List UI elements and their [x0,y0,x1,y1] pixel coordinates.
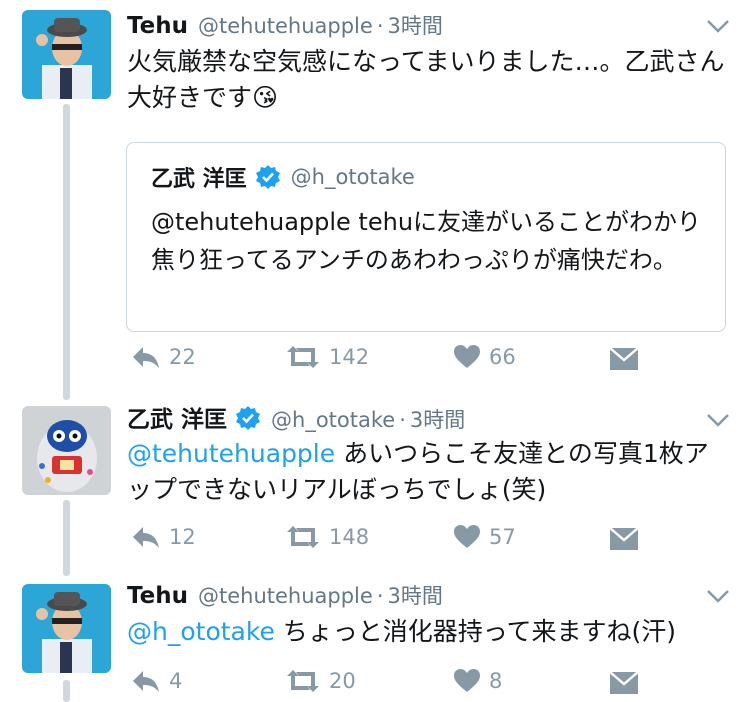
like-icon [454,669,480,692]
mention-link[interactable]: @h_ototake [127,617,275,646]
reply-button[interactable]: 12 [131,524,196,550]
reply-count: 22 [169,345,196,369]
retweet-button[interactable]: 20 [285,668,356,694]
author-handle[interactable]: @tehutehuapple [198,14,373,38]
reply-button[interactable]: 22 [131,344,196,370]
tweet-text: 火気厳禁な空気感になってまいりました…。乙武さん大好きです😘 [127,47,725,112]
like-icon [454,345,480,368]
retweet-count: 20 [329,669,356,693]
author-name[interactable]: 乙武 洋匡 [127,400,227,434]
verified-icon [255,165,280,189]
author-handle[interactable]: @h_ototake [271,408,395,432]
dm-button[interactable] [609,524,639,552]
like-count: 57 [489,525,516,549]
author-name[interactable]: Tehu [127,13,188,39]
dm-button[interactable] [609,344,639,372]
quoted-tweet[interactable]: 乙武 洋匡 @h_ototake @tehutehuapple tehuに友達が… [126,142,726,332]
retweet-count: 142 [329,345,370,369]
tweet[interactable]: Tehu @tehutehuapple · 3時間 火気厳禁な空気感になってまい… [0,10,745,380]
reply-icon [133,671,159,692]
retweet-button[interactable]: 142 [285,344,369,370]
chevron-down-icon[interactable] [704,16,732,36]
avatar[interactable] [22,406,111,495]
reply-count: 12 [169,525,196,549]
separator-dot: · [399,408,406,432]
mention-link[interactable]: @tehutehuapple [127,439,335,468]
avatar[interactable] [22,584,111,673]
like-button[interactable]: 57 [453,524,516,550]
reply-icon [133,527,159,548]
like-button[interactable]: 66 [453,344,516,370]
timestamp[interactable]: 3時間 [410,404,465,434]
quoted-author-handle: @h_ototake [290,165,415,189]
retweet-icon [287,526,319,548]
retweet-icon [287,670,319,692]
avatar[interactable] [22,10,111,99]
tweet[interactable]: 乙武 洋匡 @h_ototake · 3時間 @tehutehuapple あい… [0,400,745,570]
like-button[interactable]: 8 [453,668,502,694]
like-count: 8 [489,669,503,693]
chevron-down-icon[interactable] [704,586,732,606]
retweet-icon [287,346,319,368]
like-icon [454,525,480,548]
timestamp[interactable]: 3時間 [388,580,443,610]
separator-dot: · [376,14,384,38]
timestamp[interactable]: 3時間 [388,10,443,40]
verified-icon [236,406,261,430]
chevron-down-icon[interactable] [704,410,732,430]
dm-icon [609,527,639,550]
dm-icon [609,347,639,370]
tweet-text: @tehutehuapple あいつらこそ友達との写真1枚アップできないリアルぼ… [127,436,727,508]
separator-dot: · [376,584,384,608]
dm-icon [609,671,639,694]
reply-count: 4 [169,669,183,693]
quoted-author-name: 乙武 洋匡 [151,167,247,192]
retweet-count: 148 [329,525,370,549]
tweet-actions: 4 20 8 [127,668,647,702]
author-handle[interactable]: @tehutehuapple [198,584,373,608]
reply-icon [133,347,159,368]
dm-button[interactable] [609,668,639,696]
tweet-actions: 12 148 57 [127,524,647,558]
reply-button[interactable]: 4 [131,668,182,694]
tweet[interactable]: Tehu @tehutehuapple · 3時間 @h_ototake ちょっ… [0,580,745,702]
like-count: 66 [489,345,516,369]
retweet-button[interactable]: 148 [285,524,369,550]
quoted-tweet-text: @tehutehuapple tehuに友達がいることがわかり焦り狂ってるアンチ… [151,208,702,274]
author-name[interactable]: Tehu [127,583,188,609]
tweet-body: ちょっと消化器持って来ますね(汗) [274,617,677,646]
tweet-text: @h_ototake ちょっと消化器持って来ますね(汗) [127,614,727,650]
tweet-actions: 22 142 66 [127,344,647,378]
